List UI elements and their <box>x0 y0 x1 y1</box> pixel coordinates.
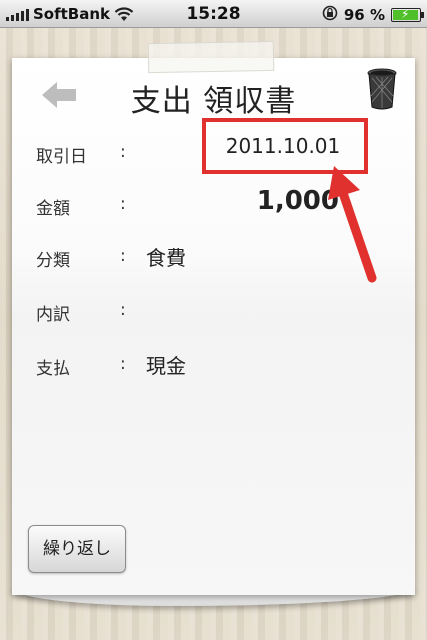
repeat-button[interactable]: 繰り返し <box>28 525 126 573</box>
category-value[interactable]: 食費 <box>146 242 186 271</box>
status-right: 96 % ⚡ <box>322 5 424 25</box>
category-label: 分類 <box>36 251 70 271</box>
category-colon: : <box>120 246 126 266</box>
date-label: 取引日 <box>36 147 87 167</box>
annotation-arrow <box>320 160 427 290</box>
field-row-payment: 支払 : 現金 <box>36 350 376 380</box>
rotation-lock-icon <box>322 5 338 25</box>
amount-label: 金額 <box>36 199 70 219</box>
page-title: 支出 領収書 <box>130 84 297 119</box>
field-row-detail: 内訳 : <box>36 296 376 326</box>
battery-percent: 96 % <box>343 6 385 24</box>
payment-value[interactable]: 現金 <box>146 350 186 379</box>
tape-strip <box>147 40 275 74</box>
date-colon: : <box>120 142 126 162</box>
charging-bolt-icon: ⚡ <box>401 7 410 21</box>
detail-label: 内訳 <box>36 305 70 325</box>
status-bar: SoftBank 15:28 96 % ⚡ <box>0 0 427 28</box>
trash-can-icon[interactable] <box>366 68 398 110</box>
detail-colon: : <box>120 300 126 320</box>
payment-colon: : <box>120 354 126 374</box>
battery-icon: ⚡ <box>391 7 424 22</box>
amount-colon: : <box>120 194 126 214</box>
payment-label: 支払 <box>36 359 70 379</box>
